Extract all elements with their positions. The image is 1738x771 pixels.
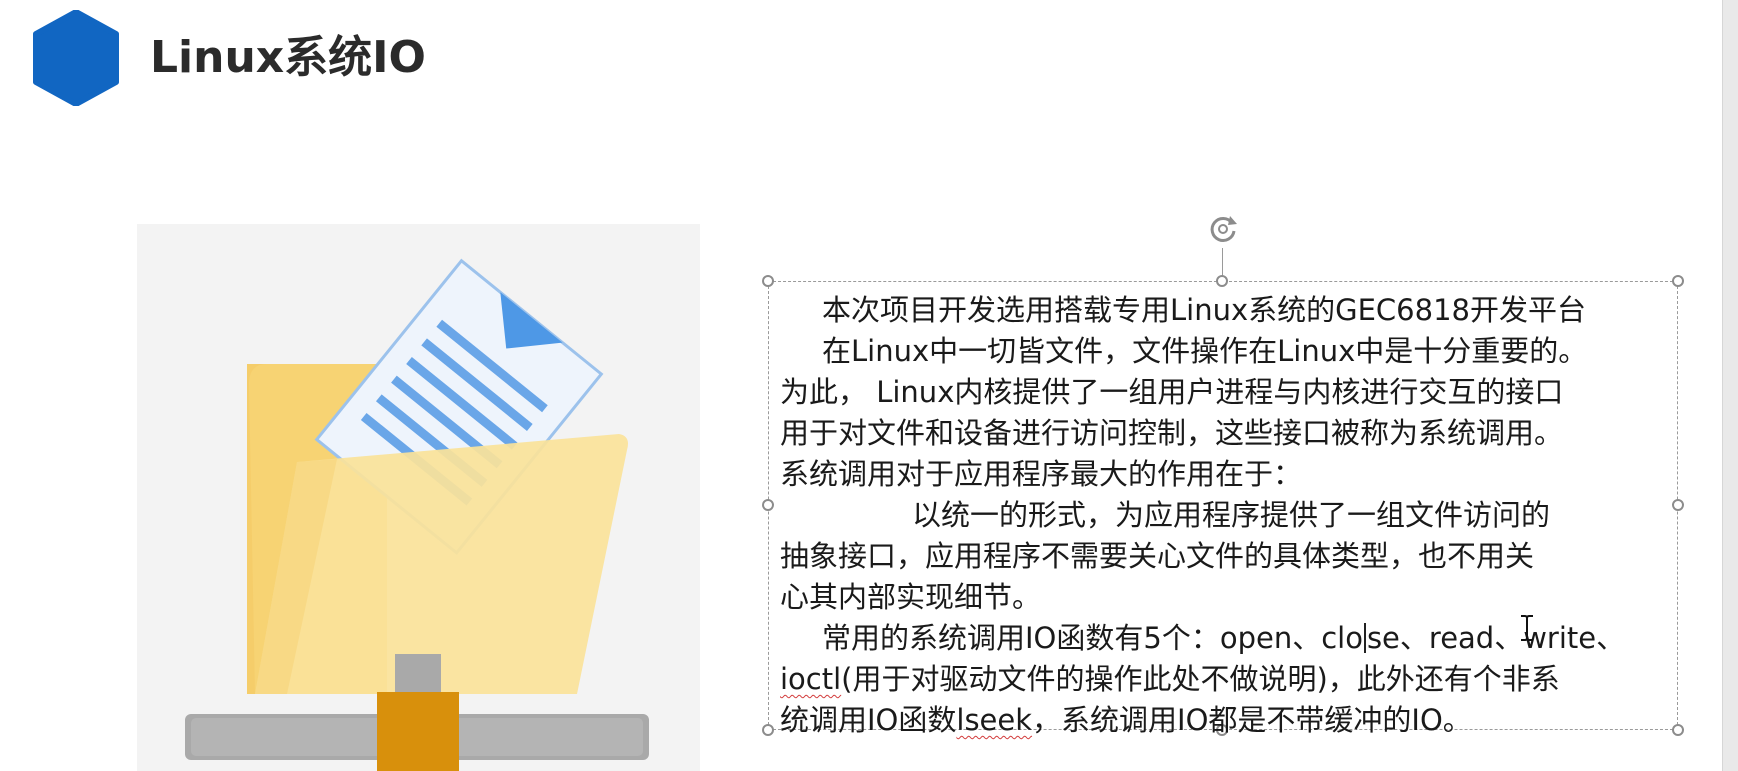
text-run: se、read、write、 (1366, 621, 1626, 655)
paragraph-line: 系统调用对于应用程序最大的作用在于： (780, 457, 1303, 491)
hexagon-logo-icon (33, 10, 119, 106)
rotate-connector-line (1222, 248, 1223, 276)
text-run: (用于对驱动文件的操作此处不做说明)，此外还有个非系 (841, 662, 1560, 696)
text-cursor-icon (1521, 615, 1533, 641)
resize-handle-bottom-left[interactable] (762, 724, 774, 736)
resize-handle-top-left[interactable] (762, 275, 774, 287)
paragraph-line: ioctl(用于对驱动文件的操作此处不做说明)，此外还有个非系 (780, 659, 1680, 700)
resize-handle-top-right[interactable] (1672, 275, 1684, 287)
paragraph-line: 本次项目开发选用搭载专用Linux系统的GEC6818开发平台 (822, 293, 1586, 327)
paragraph-line: 常用的系统调用IO函数有5个：open、clo se、read、write、 (780, 618, 1680, 659)
text-run: 统调用IO函数 (780, 703, 957, 737)
slide-title: Linux系统IO (150, 32, 426, 83)
paragraph-line: 统调用IO函数lseek，系统调用IO都是不带缓冲的IO。 (780, 700, 1680, 741)
window-edge-scrollbar[interactable] (1722, 0, 1738, 771)
folder-with-document-icon (137, 224, 700, 771)
paragraph-line: 用于对文件和设备进行访问控制，这些接口被称为系统调用。 (780, 416, 1564, 450)
spellcheck-word: lseek (956, 703, 1033, 737)
text-run: ，系统调用IO都是不带缓冲的IO。 (1032, 703, 1472, 737)
paragraph-line: 在Linux中一切皆文件，文件操作在Linux中是十分重要的。 (822, 334, 1588, 368)
text-caret (1363, 623, 1366, 653)
paragraph-line: 心其内部实现细节。 (780, 580, 1042, 614)
rotate-handle-icon[interactable] (1206, 212, 1240, 246)
paragraph-line: 以统一的形式，为应用程序提供了一组文件访问的 (912, 498, 1551, 532)
spellcheck-word: ioctl (780, 662, 842, 696)
resize-handle-middle-left[interactable] (762, 499, 774, 511)
paragraph-line: 抽象接口，应用程序不需要关心文件的具体类型，也不用关 (780, 539, 1535, 573)
resize-handle-top-middle[interactable] (1216, 275, 1228, 287)
paragraph-line: 为此， Linux内核提供了一组用户进程与内核进行交互的接口 (780, 375, 1564, 409)
text-run: 常用的系统调用IO函数有5个：open、clo (822, 621, 1363, 655)
text-box-content[interactable]: 本次项目开发选用搭载专用Linux系统的GEC6818开发平台 在Linux中一… (780, 290, 1680, 741)
